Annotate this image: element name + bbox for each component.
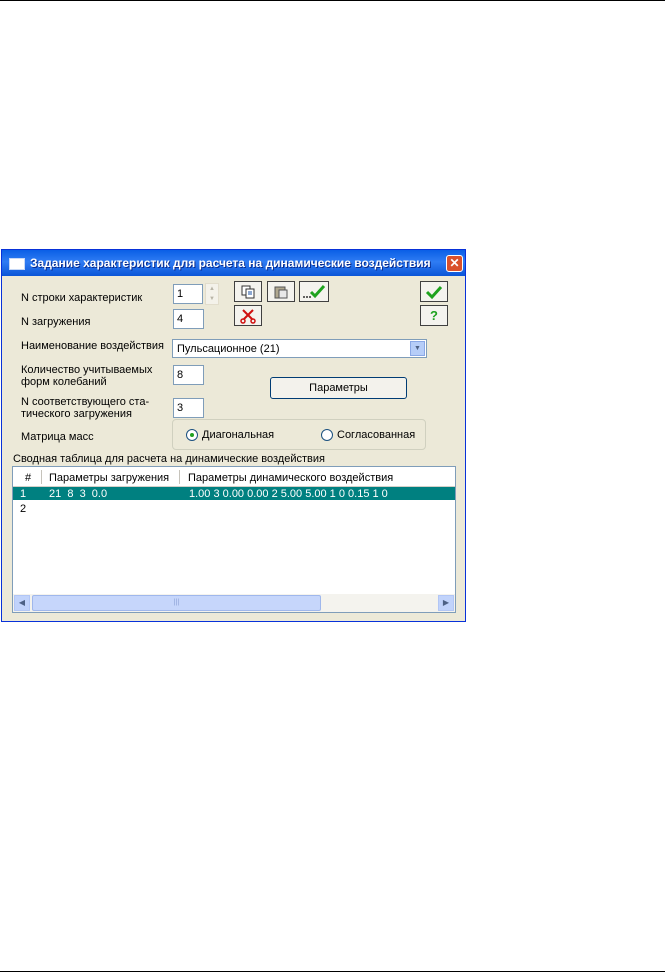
mass-matrix-group: Диагональная Согласованная [172, 419, 426, 450]
copy-icon [241, 285, 255, 299]
scroll-thumb[interactable]: ||| [32, 595, 321, 611]
row2-num: 2 [20, 503, 27, 515]
char-row-field[interactable]: 1 [173, 284, 203, 304]
title-bar[interactable]: Задание характеристик для расчета на дин… [2, 250, 465, 276]
static-load-label-line2: тического загружения [21, 408, 132, 420]
paste-button[interactable] [267, 281, 295, 302]
window-title: Задание характеристик для расчета на дин… [30, 256, 431, 270]
page-top-rule [0, 0, 665, 1]
action-name-select[interactable]: Пульсационное (21) ▼ [172, 339, 427, 358]
col-header-dyn-params[interactable]: Параметры динамического воздействия [188, 472, 393, 484]
close-icon: ✕ [449, 256, 460, 270]
char-row-spinner[interactable]: ▲ ▼ [205, 283, 219, 305]
page-bottom-rule [0, 971, 665, 972]
row1-dyn-params: 1.00 3 0.00 0.00 2 5.00 5.00 1 0 0.15 1 … [189, 488, 388, 500]
col-header-num[interactable]: # [25, 472, 31, 484]
scissors-icon [240, 309, 256, 324]
ok-button[interactable] [420, 281, 448, 302]
paste-icon [274, 286, 288, 299]
static-load-label-line1: N соответствующего ста- [21, 396, 150, 408]
action-name-value: Пульсационное (21) [177, 343, 280, 355]
chevron-down-icon[interactable]: ▼ [410, 341, 425, 356]
action-name-label: Наименование воздействия [21, 340, 164, 352]
summary-table[interactable]: # Параметры загружения Параметры динамич… [12, 466, 456, 613]
spin-up-icon: ▲ [209, 286, 215, 292]
col-separator[interactable] [41, 470, 42, 484]
radio-consistent-label[interactable]: Согласованная [337, 429, 415, 441]
char-row-label: N строки характеристик [21, 292, 143, 304]
radio-selected-dot [190, 433, 194, 437]
ok-check-icon [425, 285, 443, 300]
radio-consistent[interactable] [321, 429, 333, 441]
table-title: Сводная таблица для расчета на динамичес… [13, 453, 325, 465]
col-header-load-params[interactable]: Параметры загружения [49, 472, 169, 484]
apply-check-icon [303, 284, 326, 299]
modes-label-line1: Количество учитываемых [21, 364, 153, 376]
copy-button[interactable] [234, 281, 262, 302]
spin-down-icon: ▼ [209, 296, 215, 302]
apply-button[interactable] [299, 281, 329, 302]
static-load-field[interactable]: 3 [173, 398, 204, 418]
table-header: # Параметры загружения Параметры динамич… [13, 467, 455, 487]
load-label: N загружения [21, 316, 91, 328]
table-row[interactable]: 2 [13, 501, 455, 515]
row1-load-params: 21 8 3 0.0 [49, 488, 108, 500]
load-field[interactable]: 4 [173, 309, 204, 329]
window-app-icon [9, 258, 25, 270]
mass-matrix-label: Матрица масс [21, 431, 94, 443]
radio-diagonal[interactable] [186, 429, 198, 441]
horizontal-scrollbar[interactable]: ◀ ||| ▶ [13, 594, 455, 612]
help-button[interactable]: ? [420, 305, 448, 326]
help-icon: ? [430, 308, 438, 323]
col-separator[interactable] [179, 470, 180, 484]
close-button[interactable]: ✕ [446, 255, 463, 272]
modes-field[interactable]: 8 [173, 365, 204, 385]
grip-icon: ||| [173, 599, 180, 606]
chevron-right-icon: ▶ [442, 598, 450, 607]
scroll-right-button[interactable]: ▶ [438, 595, 454, 611]
row1-num: 1 [20, 488, 27, 500]
delete-button[interactable] [234, 305, 262, 326]
modes-label-line2: форм колебаний [21, 376, 107, 388]
radio-diagonal-label[interactable]: Диагональная [202, 429, 274, 441]
scroll-left-button[interactable]: ◀ [14, 595, 30, 611]
chevron-left-icon: ◀ [18, 598, 26, 607]
parameters-button[interactable]: Параметры [270, 377, 407, 399]
